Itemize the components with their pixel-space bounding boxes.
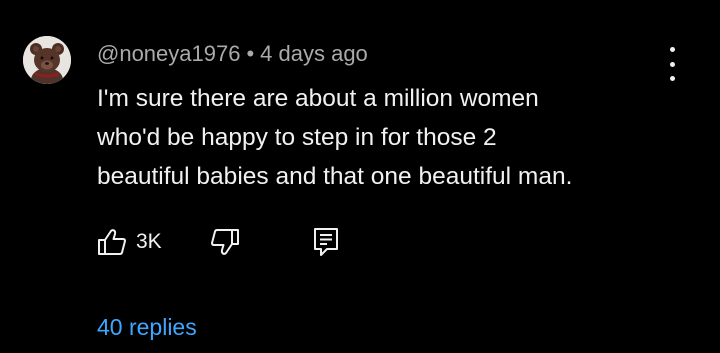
more-vertical-icon[interactable] [658,47,686,81]
comment-text-line: beautiful babies and that one beautiful … [97,163,573,190]
dislike-button[interactable] [210,224,240,260]
author-handle[interactable]: @noneya1976 [97,41,240,66]
like-count: 3K [136,230,162,253]
view-replies-link[interactable]: 40 replies [97,312,197,342]
meta-separator: • [246,41,255,66]
comment-timestamp[interactable]: 4 days ago [260,41,368,66]
comment-header: @noneya1976 • 4 days ago [97,40,368,68]
reply-button[interactable] [313,224,339,260]
comment-item: @noneya1976 • 4 days ago I'm sure there ar… [0,0,720,353]
avatar[interactable] [23,36,71,84]
comment-text-line: who'd be happy to step in for those 2 [97,124,497,151]
teddy-bear-avatar-icon [23,36,71,84]
thumbs-up-icon [98,229,126,255]
more-dot [669,61,675,67]
comment-text-line: I'm sure there are about a million women [97,85,539,112]
more-dot [669,47,675,52]
comment-text: I'm sure there are about a million women… [97,79,677,196]
thumbs-down-icon [211,229,239,255]
reply-comment-icon [314,228,338,256]
like-button[interactable]: 3K [97,224,162,260]
